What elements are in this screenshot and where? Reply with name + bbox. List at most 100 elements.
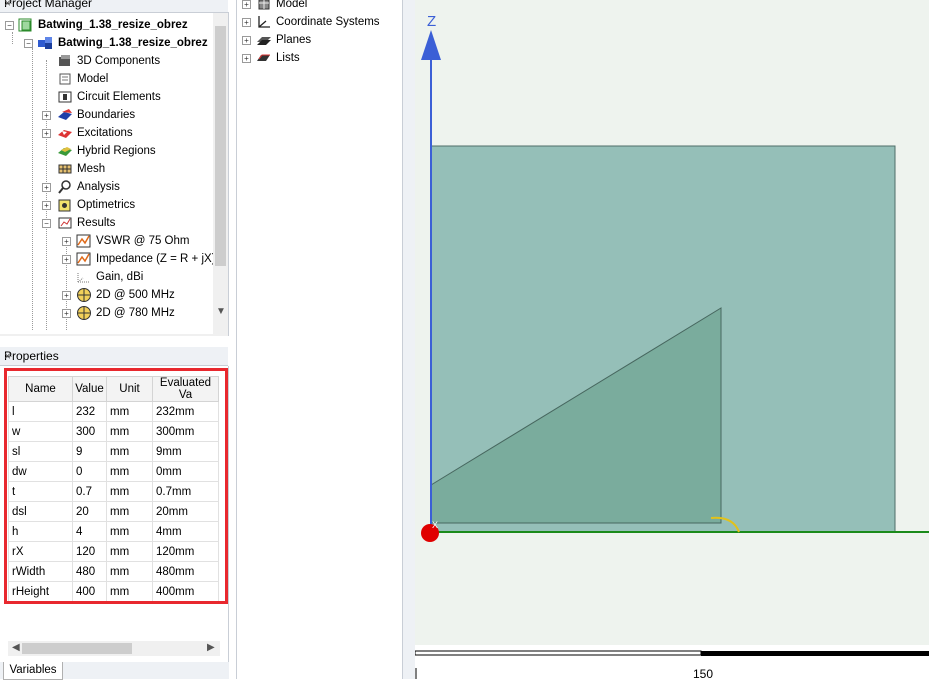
ruler-bar [415,645,929,679]
tree-item-label: Excitations [77,127,133,139]
project-tree[interactable]: − Batwing_1.38_resize_obrez − Batwing_1.… [0,12,229,336]
tree-item-design[interactable]: − Batwing_1.38_resize_obrez [0,34,212,52]
boundaries-icon [57,108,73,122]
hybrid-icon [57,144,73,158]
radiation-plot-icon [76,305,92,320]
circuit-icon [57,90,73,104]
tree-item-label: 3D Components [77,55,161,67]
model-icon [57,72,73,86]
3d-plot-icon [76,270,92,284]
components-icon [57,54,73,68]
optimetrics-icon [57,198,73,212]
scroll-right-icon[interactable]: ▶ [200,335,208,336]
tree-item-planes[interactable]: + Planes [237,31,403,49]
panel-splitter[interactable] [402,0,416,679]
expand-toggle[interactable]: + [242,0,251,9]
scroll-down-icon[interactable]: ▼ [216,306,226,317]
collapse-toggle[interactable]: − [24,39,33,48]
modeler-viewport[interactable]: Z X 150 [414,0,929,681]
x-axis-label: X [432,520,438,530]
model-icon [256,0,272,11]
tree-item-model[interactable]: Model [0,70,212,88]
close-icon[interactable]: × [4,347,222,365]
properties-horizontal-scrollbar[interactable]: ◀ ▶ [8,641,220,656]
scroll-right-icon[interactable]: ▶ [207,642,215,653]
ruler-label: 150 [693,667,713,679]
tree-item-label: Boundaries [77,109,136,121]
tree-item-label: VSWR @ 75 Ohm [96,235,190,247]
close-icon[interactable]: × [4,0,222,10]
expand-toggle[interactable]: + [62,309,71,318]
expand-toggle[interactable]: + [62,291,71,300]
collapse-toggle[interactable]: − [42,219,51,228]
ruler-segment-light [414,650,702,656]
lists-icon [256,51,272,65]
rect-plot-icon [76,234,92,248]
tree-item-label: 2D @ 500 MHz [96,289,175,301]
design-name: Batwing_1.38_resize_obrez [58,37,208,49]
model-tree-panel[interactable]: + Model + Coordinate Systems + Planes + … [236,0,403,679]
tree-item-project[interactable]: − Batwing_1.38_resize_obrez [0,16,212,34]
tree-item-result[interactable]: Gain, dBi [0,268,212,286]
project-icon [18,18,34,32]
expand-toggle[interactable]: + [242,18,251,27]
expand-toggle[interactable]: + [62,255,71,264]
properties-header: Properties ← × [0,347,228,366]
tree-item-result[interactable]: + 2D @ 500 MHz [0,286,212,304]
tree-item-label: Circuit Elements [77,91,161,103]
tree-item-result[interactable]: + 2D @ 780 MHz [0,304,212,322]
tree-item-label: Mesh [77,163,106,175]
scroll-thumb[interactable] [215,26,226,266]
tree-item-result[interactable]: + VSWR @ 75 Ohm [0,232,212,250]
excitations-icon [57,126,73,140]
ruler-segment-dark [701,651,929,656]
z-axis-label: Z [427,13,436,30]
tree-item-optimetrics[interactable]: + Optimetrics [0,196,212,214]
tree-item-label: Model [77,73,109,85]
tree-item-mesh[interactable]: Mesh [0,160,212,178]
expand-toggle[interactable]: + [242,54,251,63]
expand-toggle[interactable]: + [42,129,51,138]
tree-vertical-scrollbar[interactable]: ▼ [213,12,228,336]
scroll-left-icon[interactable]: ◀ [4,335,12,336]
expand-toggle[interactable]: + [242,36,251,45]
tab-variables[interactable]: Variables [3,662,63,680]
axes-icon [256,15,272,29]
tree-item-label: Coordinate Systems [276,16,380,28]
tree-item-model[interactable]: + Model [237,0,403,13]
tree-item-boundaries[interactable]: + Boundaries [0,106,212,124]
tree-item-results[interactable]: − Results [0,214,212,232]
scroll-thumb[interactable] [22,643,132,654]
planes-icon [256,33,272,47]
tree-item-label: 2D @ 780 MHz [96,307,175,319]
tree-item-analysis[interactable]: + Analysis [0,178,212,196]
tree-item-label: Analysis [77,181,120,193]
results-icon [57,216,73,230]
tree-item-circuit-elements[interactable]: Circuit Elements [0,88,212,106]
tree-item-lists[interactable]: + Lists [237,49,403,67]
scroll-left-icon[interactable]: ◀ [12,642,20,653]
project-manager-header: Project Manager ← × [0,0,228,13]
tree-item-label: Planes [276,34,312,46]
tree-item-3d-components[interactable]: 3D Components [0,52,212,70]
mesh-icon [57,162,73,176]
collapse-toggle[interactable]: − [5,21,14,30]
tree-item-label: Gain, dBi [96,271,144,283]
tree-item-label: Hybrid Regions [77,145,156,157]
tree-item-label: Optimetrics [77,199,136,211]
tree-item-result[interactable]: + Impedance (Z = R + jX) [0,250,216,268]
tree-item-label: Lists [276,52,300,64]
tree-item-label: Model [276,0,308,10]
tree-item-label: Results [77,217,116,229]
expand-toggle[interactable]: + [42,111,51,120]
tree-item-label: Impedance (Z = R + jX) [96,253,216,265]
tree-item-coordinate-systems[interactable]: + Coordinate Systems [237,13,403,31]
highlight-box [4,368,228,604]
expand-toggle[interactable]: + [42,183,51,192]
design-icon [37,36,53,50]
tree-item-excitations[interactable]: + Excitations [0,124,212,142]
tree-horizontal-scrollbar[interactable]: ◀ ▶ [0,334,213,336]
tree-item-hybrid-regions[interactable]: Hybrid Regions [0,142,212,160]
expand-toggle[interactable]: + [42,201,51,210]
expand-toggle[interactable]: + [62,237,71,246]
